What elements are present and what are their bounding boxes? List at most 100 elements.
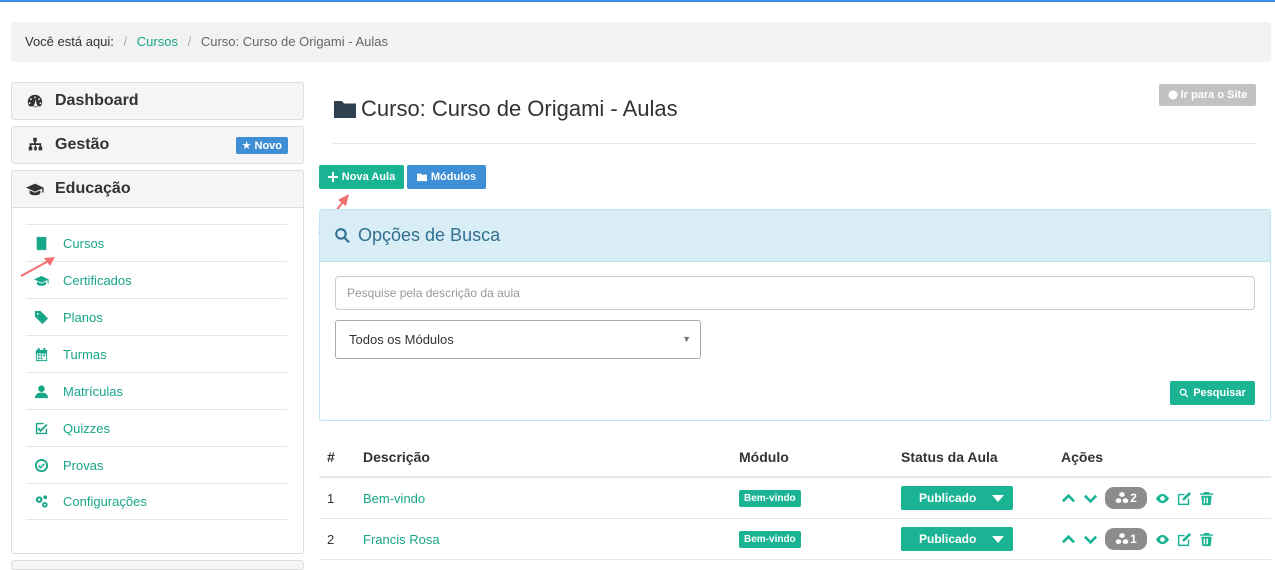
search-panel: Opções de Busca Pesquise pela descrição …	[319, 209, 1271, 421]
materials-count: 1	[1130, 532, 1137, 546]
graduation-cap-icon	[26, 183, 44, 196]
col-header-descricao: Descrição	[363, 449, 430, 465]
edit-icon[interactable]	[1177, 532, 1192, 547]
folder-icon	[334, 101, 356, 118]
chevron-up-icon[interactable]	[1061, 532, 1076, 547]
row-number: 1	[327, 490, 335, 506]
eye-icon[interactable]	[1155, 532, 1170, 547]
search-input[interactable]: Pesquise pela descrição da aula	[335, 276, 1255, 310]
caret-down-icon	[992, 494, 1005, 502]
sidebar-dashboard-label: Dashboard	[55, 92, 139, 109]
go-to-site-button[interactable]: Ir para o Site	[1159, 84, 1256, 106]
sidebar-gestao[interactable]: Gestão ★ Novo	[11, 126, 304, 164]
breadcrumb-separator: /	[187, 34, 192, 49]
sitemap-icon	[28, 137, 43, 151]
breadcrumb: Você está aqui: / Cursos / Curso: Curso …	[11, 22, 1271, 62]
lessons-table: # Descrição Módulo Status da Aula Ações …	[319, 438, 1271, 560]
sidebar-educacao[interactable]: Educação	[11, 170, 304, 208]
tags-icon	[34, 310, 49, 324]
plus-icon	[327, 172, 338, 182]
search-panel-title: Opções de Busca	[358, 225, 501, 245]
status-dropdown[interactable]: Publicado	[901, 486, 1013, 510]
col-header-acoes: Ações	[1061, 449, 1104, 465]
title-divider	[333, 143, 1256, 144]
new-badge: ★ Novo	[235, 137, 288, 154]
modules-button[interactable]: Módulos	[407, 165, 486, 189]
col-header-modulo: Módulo	[739, 449, 789, 465]
search-icon	[335, 228, 350, 244]
new-lesson-button[interactable]: Nova Aula	[319, 165, 404, 189]
col-header-status: Status da Aula	[901, 449, 998, 465]
breadcrumb-link-cursos[interactable]: Cursos	[137, 34, 178, 49]
eye-icon[interactable]	[1155, 491, 1170, 506]
cubes-icon	[1116, 491, 1129, 504]
folder-icon	[416, 173, 427, 182]
row-actions: 1	[1061, 528, 1221, 550]
status-label: Publicado	[919, 532, 977, 546]
caret-down-icon	[992, 535, 1005, 543]
breadcrumb-label: Você está aqui:	[25, 34, 114, 49]
materials-count: 2	[1130, 491, 1137, 505]
sidebar-item-planos[interactable]: Planos	[26, 298, 287, 335]
status-dropdown[interactable]: Publicado	[901, 527, 1013, 551]
top-accent-line	[0, 0, 1275, 2]
gears-icon	[35, 495, 48, 508]
sidebar-item-turmas[interactable]: Turmas	[26, 335, 287, 372]
sidebar-dashboard[interactable]: Dashboard	[11, 82, 304, 120]
col-header-num: #	[327, 449, 335, 465]
search-icon	[1179, 388, 1189, 398]
chevron-down-icon[interactable]	[1083, 491, 1098, 506]
page-title-text: Curso: Curso de Origami - Aulas	[361, 96, 678, 121]
user-icon	[34, 384, 49, 398]
module-badge: Bem-vindo	[739, 489, 801, 507]
row-description-link[interactable]: Francis Rosa	[363, 532, 440, 547]
table-header: # Descrição Módulo Status da Aula Ações	[319, 438, 1271, 478]
module-badge: Bem-vindo	[739, 530, 801, 548]
module-select-value: Todos os Módulos	[349, 332, 454, 347]
search-button[interactable]: Pesquisar	[1170, 381, 1255, 405]
module-select[interactable]: Todos os Módulos ▼	[335, 320, 701, 359]
dashboard-icon	[27, 94, 43, 108]
chevron-down-icon[interactable]	[1083, 532, 1098, 547]
go-to-site-label: Ir para o Site	[1180, 89, 1248, 101]
sidebar-item-matriculas[interactable]: Matrículas	[26, 372, 287, 409]
sidebar-item-label: Matrículas	[63, 383, 123, 399]
sidebar-education-menu: Cursos Certificados Planos Turmas Matríc…	[26, 224, 287, 520]
modules-label: Módulos	[430, 171, 477, 183]
trash-icon[interactable]	[1199, 491, 1214, 506]
chevron-up-icon[interactable]	[1061, 491, 1076, 506]
row-number: 2	[327, 531, 335, 547]
sidebar-item-cursos[interactable]: Cursos	[26, 224, 287, 261]
book-icon	[36, 236, 47, 250]
sidebar-item-label: Certificados	[63, 272, 132, 288]
row-actions: 2	[1061, 487, 1221, 509]
new-badge-label: Novo	[254, 140, 283, 152]
materials-count-badge[interactable]: 1	[1105, 528, 1147, 550]
sidebar-gestao-label: Gestão	[55, 136, 110, 153]
search-button-label: Pesquisar	[1193, 387, 1246, 399]
trash-icon[interactable]	[1199, 532, 1214, 547]
chevron-down-icon: ▼	[682, 334, 691, 344]
materials-count-badge[interactable]: 2	[1105, 487, 1147, 509]
sidebar-item-quizzes[interactable]: Quizzes	[26, 409, 287, 446]
sidebar-item-provas[interactable]: Provas	[26, 446, 287, 483]
globe-icon	[1168, 90, 1178, 100]
table-row: 1 Bem-vindo Bem-vindo Publicado 2	[319, 478, 1271, 519]
breadcrumb-separator: /	[123, 34, 128, 49]
sidebar-item-label: Turmas	[63, 346, 107, 362]
sidebar-next-section[interactable]	[11, 560, 304, 570]
sidebar-item-label: Provas	[63, 457, 104, 473]
edit-icon[interactable]	[1177, 491, 1192, 506]
row-description-link[interactable]: Bem-vindo	[363, 491, 425, 506]
sidebar-educacao-label: Educação	[55, 180, 131, 197]
breadcrumb-current: Curso: Curso de Origami - Aulas	[200, 34, 388, 49]
sidebar-item-configuracoes[interactable]: Configurações	[26, 483, 287, 520]
check-circle-icon	[34, 458, 49, 472]
sidebar-item-certificados[interactable]: Certificados	[26, 261, 287, 298]
calendar-icon	[35, 347, 48, 361]
table-row: 2 Francis Rosa Bem-vindo Publicado 1	[319, 519, 1271, 560]
sidebar-item-label: Cursos	[63, 235, 105, 251]
check-square-icon	[35, 422, 48, 434]
new-lesson-label: Nova Aula	[341, 171, 396, 183]
sidebar-item-label: Configurações	[63, 494, 147, 509]
